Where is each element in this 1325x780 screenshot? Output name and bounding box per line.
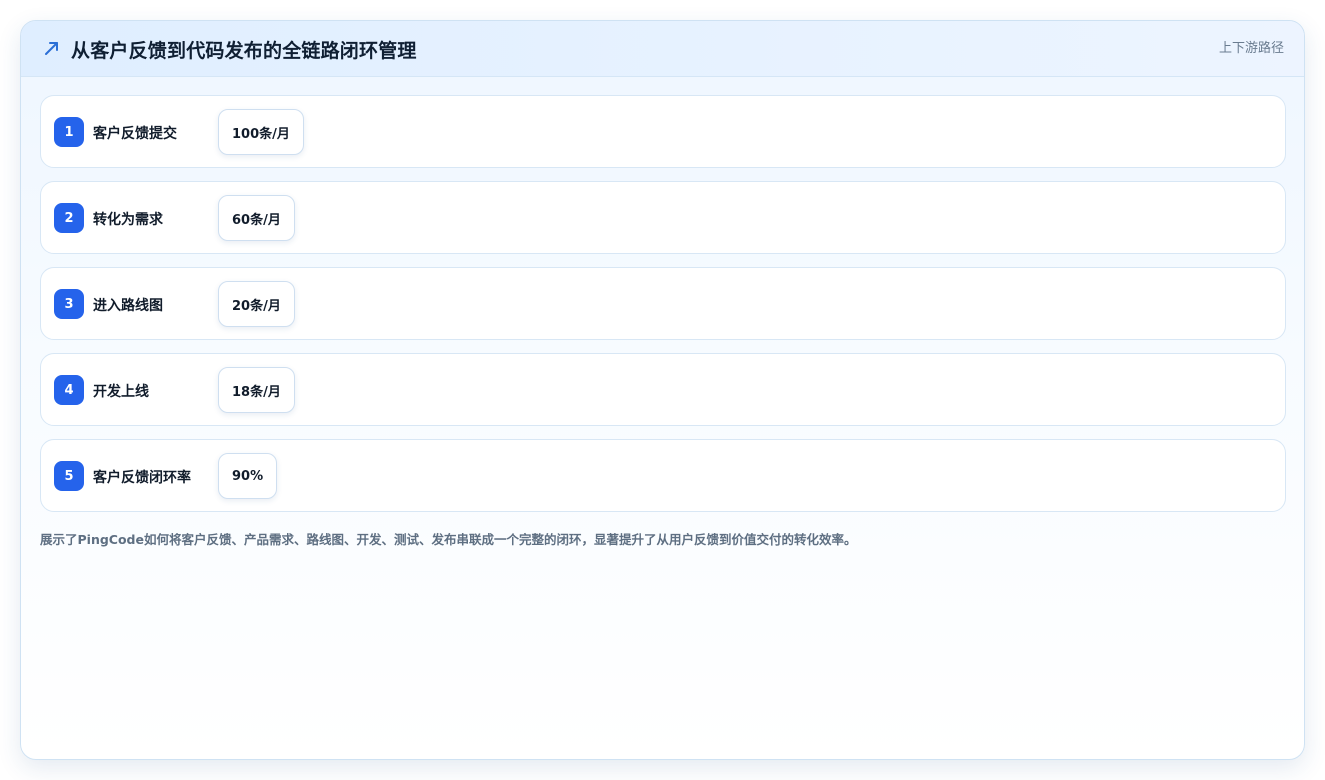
step-number-badge: 3 [54, 289, 84, 319]
step-label: 客户反馈闭环率 [93, 470, 191, 486]
step-row-1: 1 客户反馈提交 100条/月 [40, 95, 1286, 168]
pipeline-card: 从客户反馈到代码发布的全链路闭环管理 上下游路径 1 客户反馈提交 100条/月… [20, 20, 1305, 760]
step-number-badge: 4 [54, 375, 84, 405]
step-list: 1 客户反馈提交 100条/月 2 转化为需求 60条/月 3 进入路线图 20… [40, 95, 1286, 525]
card-title: 从客户反馈到代码发布的全链路闭环管理 [71, 40, 417, 62]
step-row-4: 4 开发上线 18条/月 [40, 353, 1286, 426]
step-label: 开发上线 [93, 384, 149, 400]
step-number-badge: 2 [54, 203, 84, 233]
step-metric: 100条/月 [218, 109, 304, 155]
trend-arrow-icon [43, 39, 61, 57]
step-label: 客户反馈提交 [93, 126, 177, 142]
pipeline-description: 展示了PingCode如何将客户反馈、产品需求、路线图、开发、测试、发布串联成一… [40, 532, 857, 547]
step-number-badge: 1 [54, 117, 84, 147]
step-row-5: 5 客户反馈闭环率 90% [40, 439, 1286, 512]
step-metric: 20条/月 [218, 281, 295, 327]
card-header: 从客户反馈到代码发布的全链路闭环管理 上下游路径 [21, 21, 1304, 77]
step-number-badge: 5 [54, 461, 84, 491]
step-row-3: 3 进入路线图 20条/月 [40, 267, 1286, 340]
step-metric: 18条/月 [218, 367, 295, 413]
step-label: 转化为需求 [93, 212, 163, 228]
step-metric: 60条/月 [218, 195, 295, 241]
step-metric: 90% [218, 453, 278, 499]
step-label: 进入路线图 [93, 298, 163, 314]
step-row-2: 2 转化为需求 60条/月 [40, 181, 1286, 254]
upstream-downstream-tag: 上下游路径 [1218, 41, 1284, 56]
